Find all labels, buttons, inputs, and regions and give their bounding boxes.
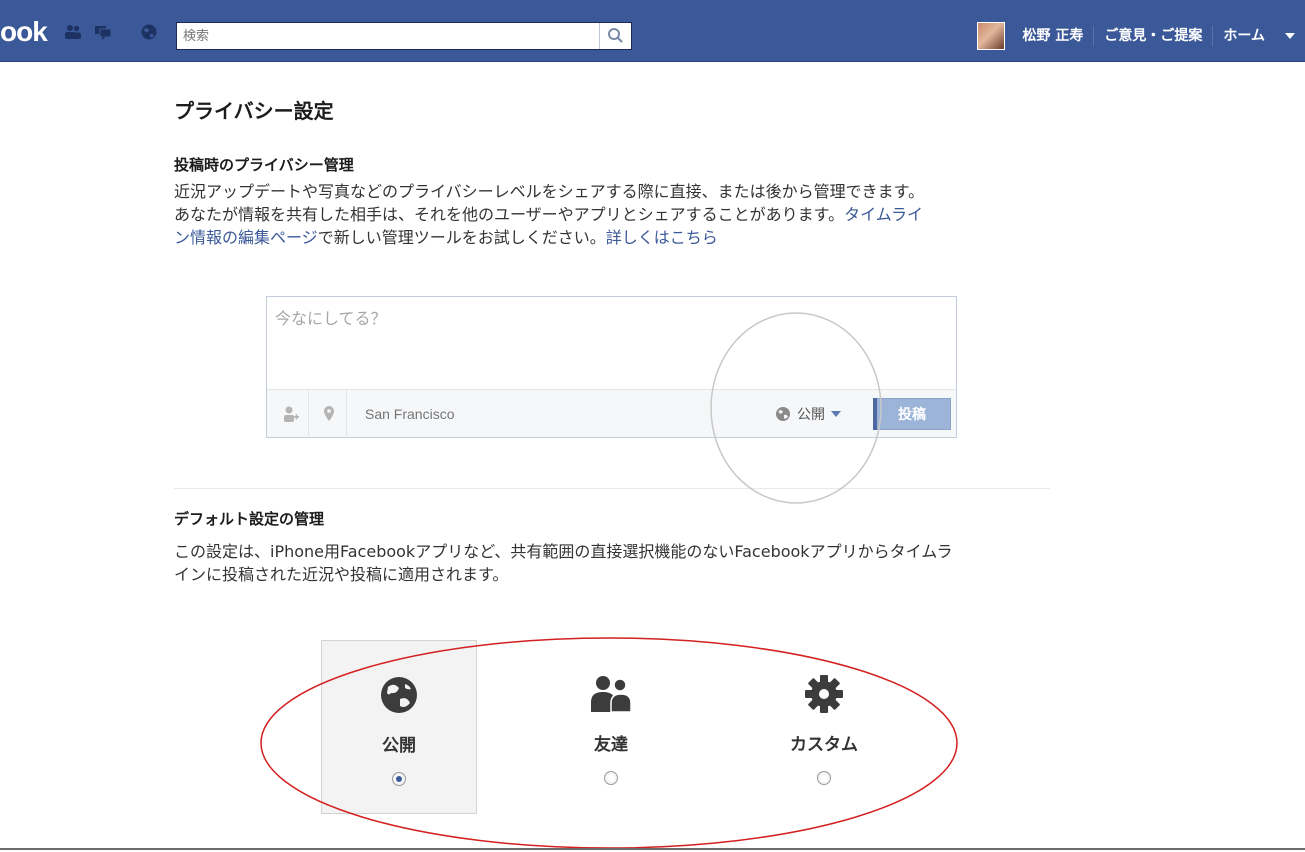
public-radio[interactable]: [392, 772, 406, 786]
globe-icon: [381, 677, 417, 713]
location-input[interactable]: [353, 400, 683, 428]
audience-option-friends[interactable]: 友達: [533, 640, 689, 814]
description-line: 近況アップデートや写真などのプライバシーレベルをシェアする際に直接、または後から…: [174, 182, 925, 201]
option-label: 友達: [594, 735, 628, 755]
location-pin-icon: [323, 406, 334, 421]
icon-wrapper: [379, 673, 419, 717]
custom-radio[interactable]: [817, 771, 831, 785]
posting-privacy-heading: 投稿時のプライバシー管理: [174, 156, 354, 174]
chevron-down-icon: [1285, 33, 1295, 39]
icon-wrapper: [586, 672, 636, 716]
avatar[interactable]: [976, 22, 1005, 50]
audience-label: 公開: [797, 407, 825, 423]
status-composer: 公開 投稿: [266, 296, 957, 438]
audience-option-custom[interactable]: カスタム: [746, 640, 902, 814]
friends-radio[interactable]: [604, 771, 618, 785]
page-title: プライバシー設定: [174, 99, 334, 123]
composer-toolbar: 公開 投稿: [267, 389, 956, 438]
profile-link[interactable]: 松野 正寿: [1013, 26, 1095, 46]
description-text: で新しい管理ツールをお試しください。: [317, 228, 606, 247]
section-divider: [174, 488, 1050, 489]
tag-friends-button[interactable]: [273, 390, 309, 438]
posting-privacy-description: 近況アップデートや写真などのプライバシーレベルをシェアする際に直接、または後から…: [174, 180, 1054, 249]
description-line: この設定は、iPhone用Facebookアプリなど、共有範囲の直接選択機能のな…: [174, 542, 953, 561]
account-navigation: 松野 正寿 ご意見・ご提案 ホーム: [976, 22, 1305, 50]
description-line: インに投稿された近況や投稿に適用されます。: [174, 565, 509, 584]
audience-option-public[interactable]: 公開: [321, 640, 477, 814]
gear-icon: [805, 675, 843, 713]
notifications-globe-icon[interactable]: [140, 24, 158, 40]
search-box: [176, 22, 632, 50]
bottom-border: [0, 848, 1305, 850]
add-friend-icon: [283, 406, 299, 422]
default-settings-heading: デフォルト設定の管理: [174, 510, 325, 528]
messages-icon[interactable]: [94, 24, 112, 40]
icon-wrapper: [804, 672, 844, 716]
learn-more-link[interactable]: 詳しくはこちら: [606, 228, 718, 247]
search-icon: [608, 28, 623, 43]
chevron-down-icon: [831, 411, 841, 417]
friends-icon: [591, 676, 632, 713]
add-location-button[interactable]: [311, 390, 347, 438]
audience-selector[interactable]: 公開: [775, 402, 841, 426]
facebook-logo[interactable]: ook: [0, 16, 48, 48]
option-label: カスタム: [790, 735, 858, 755]
account-menu-button[interactable]: [1275, 26, 1305, 46]
timeline-edit-link[interactable]: タイムライ: [844, 205, 923, 224]
description-line: あなたが情報を共有した相手は、それを他のユーザーやアプリとシェアすることがありま…: [174, 203, 1054, 226]
top-navigation-bar: ook 松野 正寿 ご意見・ご提案 ホーム: [0, 0, 1305, 62]
search-input[interactable]: [177, 23, 597, 49]
option-label: 公開: [382, 736, 416, 756]
default-settings-description: この設定は、iPhone用Facebookアプリなど、共有範囲の直接選択機能のな…: [174, 540, 1054, 586]
globe-icon: [776, 407, 790, 421]
status-input[interactable]: [267, 297, 956, 389]
search-button[interactable]: [599, 23, 631, 49]
description-text: あなたが情報を共有した相手は、それを他のユーザーやアプリとシェアすることがありま…: [174, 205, 845, 224]
description-line: ン情報の編集ページで新しい管理ツールをお試しください。詳しくはこちら: [174, 226, 1054, 249]
feedback-link[interactable]: ご意見・ご提案: [1094, 26, 1214, 46]
friend-requests-icon[interactable]: [64, 24, 82, 40]
home-link[interactable]: ホーム: [1213, 26, 1275, 46]
timeline-edit-link-continued[interactable]: ン情報の編集ページ: [174, 228, 318, 247]
post-button[interactable]: 投稿: [873, 398, 951, 430]
